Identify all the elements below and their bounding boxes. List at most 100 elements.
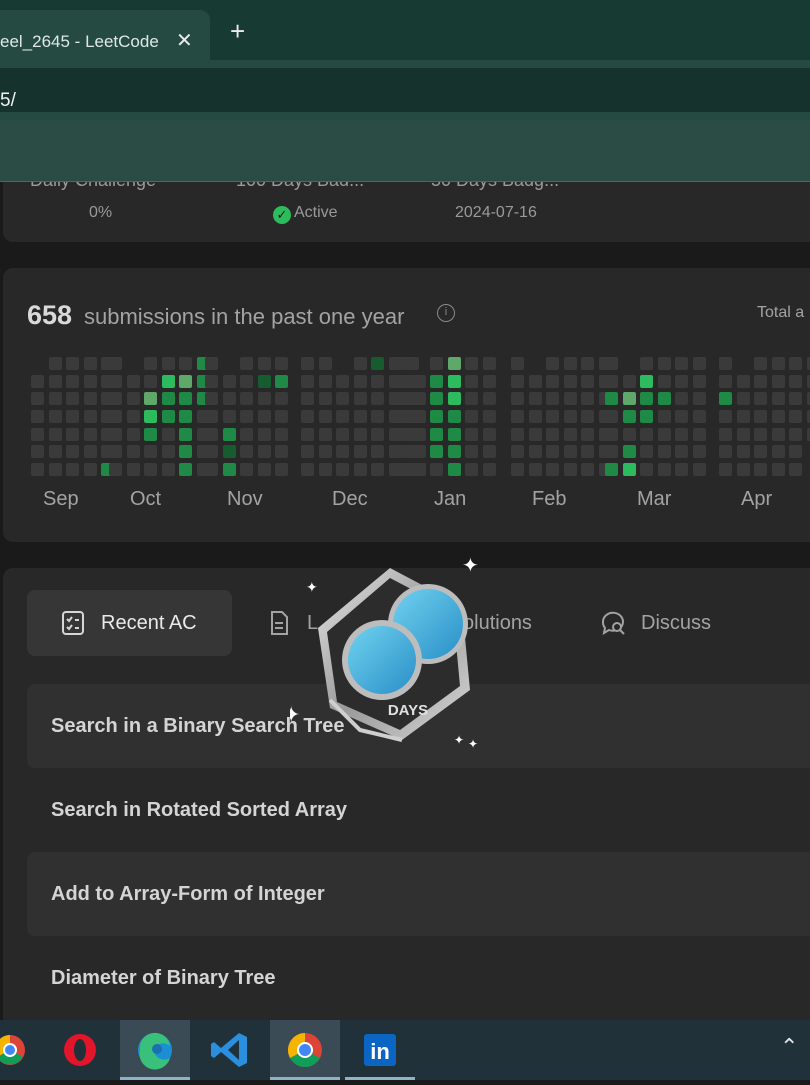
heatmap-cell[interactable] <box>658 392 671 405</box>
heatmap-cell[interactable] <box>162 428 175 441</box>
heatmap-cell[interactable] <box>144 357 157 370</box>
vscode-icon[interactable] <box>195 1020 265 1080</box>
heatmap-cell[interactable] <box>640 392 653 405</box>
heatmap-cell[interactable] <box>258 375 271 388</box>
heatmap-cell[interactable] <box>675 392 688 405</box>
heatmap-cell[interactable] <box>162 392 175 405</box>
heatmap-cell[interactable] <box>109 392 122 405</box>
heatmap-cell[interactable] <box>258 428 271 441</box>
heatmap-cell[interactable] <box>623 410 636 423</box>
heatmap-cell[interactable] <box>658 463 671 476</box>
heatmap-cell[interactable] <box>546 428 559 441</box>
heatmap-cell[interactable] <box>772 428 785 441</box>
heatmap-cell[interactable] <box>84 392 97 405</box>
heatmap-cell[interactable] <box>31 445 44 458</box>
heatmap-cell[interactable] <box>240 445 253 458</box>
heatmap-cell[interactable] <box>564 357 577 370</box>
heatmap-cell[interactable] <box>465 445 478 458</box>
tab-recent-ac[interactable]: Recent AC <box>27 590 232 656</box>
heatmap-cell[interactable] <box>546 392 559 405</box>
heatmap-cell[interactable] <box>371 357 384 370</box>
heatmap-cell[interactable] <box>581 392 594 405</box>
heatmap-cell[interactable] <box>623 392 636 405</box>
heatmap-cell[interactable] <box>511 428 524 441</box>
heatmap-cell[interactable] <box>605 357 618 370</box>
heatmap-cell[interactable] <box>754 392 767 405</box>
badge-name-100days[interactable]: 100 Days Bad... <box>236 182 364 191</box>
opera-icon[interactable] <box>45 1020 115 1080</box>
heatmap-cell[interactable] <box>564 392 577 405</box>
heatmap-cell[interactable] <box>336 410 349 423</box>
heatmap-cell[interactable] <box>258 463 271 476</box>
heatmap-cell[interactable] <box>395 357 408 370</box>
heatmap-cell[interactable] <box>448 392 461 405</box>
heatmap-cell[interactable] <box>789 463 802 476</box>
heatmap-cell[interactable] <box>162 357 175 370</box>
heatmap-cell[interactable] <box>465 357 478 370</box>
heatmap-cell[interactable] <box>240 375 253 388</box>
heatmap-cell[interactable] <box>109 445 122 458</box>
heatmap-cell[interactable] <box>693 463 706 476</box>
heatmap-cell[interactable] <box>511 375 524 388</box>
heatmap-cell[interactable] <box>66 445 79 458</box>
heatmap-cell[interactable] <box>430 410 443 423</box>
heatmap-cell[interactable] <box>395 445 408 458</box>
heatmap-cell[interactable] <box>301 428 314 441</box>
heatmap-cell[interactable] <box>240 463 253 476</box>
heatmap-cell[interactable] <box>319 428 332 441</box>
heatmap-cell[interactable] <box>529 392 542 405</box>
heatmap-cell[interactable] <box>546 463 559 476</box>
heatmap-cell[interactable] <box>413 375 426 388</box>
heatmap-cell[interactable] <box>275 375 288 388</box>
heatmap-cell[interactable] <box>179 463 192 476</box>
heatmap-cell[interactable] <box>448 428 461 441</box>
heatmap-cell[interactable] <box>127 445 140 458</box>
heatmap-cell[interactable] <box>301 357 314 370</box>
heatmap-cell[interactable] <box>258 392 271 405</box>
heatmap-cell[interactable] <box>162 445 175 458</box>
heatmap-cell[interactable] <box>49 375 62 388</box>
heatmap-cell[interactable] <box>772 392 785 405</box>
heatmap-cell[interactable] <box>546 410 559 423</box>
heatmap-cell[interactable] <box>623 375 636 388</box>
heatmap-cell[interactable] <box>772 410 785 423</box>
heatmap-cell[interactable] <box>658 357 671 370</box>
heatmap-cell[interactable] <box>605 392 618 405</box>
heatmap-cell[interactable] <box>640 357 653 370</box>
heatmap-cell[interactable] <box>275 392 288 405</box>
heatmap-cell[interactable] <box>675 445 688 458</box>
heatmap-cell[interactable] <box>605 463 618 476</box>
heatmap-cell[interactable] <box>275 410 288 423</box>
heatmap-cell[interactable] <box>807 375 810 388</box>
heatmap-cell[interactable] <box>511 445 524 458</box>
heatmap-cell[interactable] <box>413 392 426 405</box>
tab-discuss[interactable]: Discuss <box>599 590 749 656</box>
address-bar[interactable]: 5/ <box>0 68 810 112</box>
heatmap-cell[interactable] <box>205 410 218 423</box>
heatmap-cell[interactable] <box>223 375 236 388</box>
heatmap-cell[interactable] <box>640 375 653 388</box>
heatmap-cell[interactable] <box>84 463 97 476</box>
heatmap-cell[interactable] <box>448 410 461 423</box>
heatmap-cell[interactable] <box>529 410 542 423</box>
heatmap-cell[interactable] <box>354 428 367 441</box>
heatmap-cell[interactable] <box>737 392 750 405</box>
heatmap-cell[interactable] <box>319 445 332 458</box>
heatmap-cell[interactable] <box>223 392 236 405</box>
heatmap-cell[interactable] <box>789 392 802 405</box>
heatmap-cell[interactable] <box>84 428 97 441</box>
chrome-icon[interactable] <box>270 1020 340 1080</box>
heatmap-cell[interactable] <box>109 428 122 441</box>
heatmap-cell[interactable] <box>483 428 496 441</box>
info-icon[interactable]: i <box>437 304 455 322</box>
heatmap-cell[interactable] <box>354 375 367 388</box>
heatmap-cell[interactable] <box>179 410 192 423</box>
heatmap-cell[interactable] <box>127 410 140 423</box>
heatmap-cell[interactable] <box>336 392 349 405</box>
heatmap-cell[interactable] <box>465 463 478 476</box>
heatmap-cell[interactable] <box>693 410 706 423</box>
heatmap-cell[interactable] <box>483 357 496 370</box>
heatmap-cell[interactable] <box>144 375 157 388</box>
heatmap-cell[interactable] <box>623 445 636 458</box>
chrome-icon[interactable] <box>0 1020 45 1080</box>
